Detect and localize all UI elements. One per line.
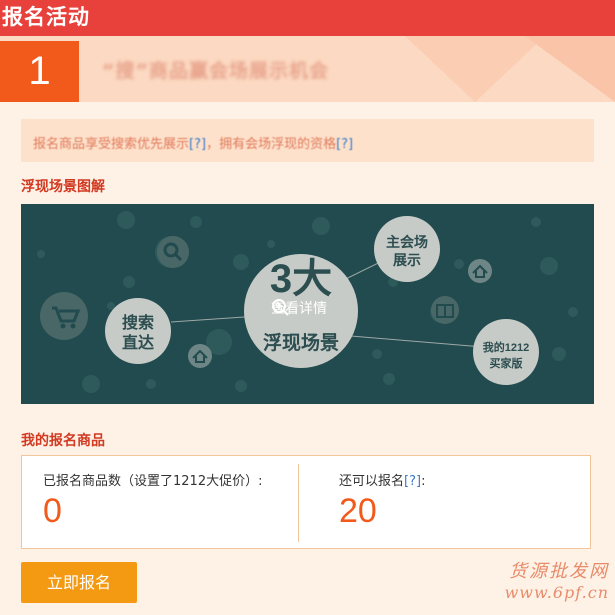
page-title: 报名活动 <box>2 5 90 29</box>
node-search-line1: 搜索 <box>122 313 154 332</box>
home-icon <box>188 344 212 368</box>
notice-text: 报名商品享受搜索优先展示[?]，拥有会场浮现的资格[?] <box>33 133 353 152</box>
node-my-line1: 我的1212 <box>483 340 529 354</box>
registered-count-label: 已报名商品数（设置了1212大促价）: <box>43 474 263 489</box>
notice-text-part1: 报名商品享受搜索优先展示 <box>33 137 190 152</box>
node-search-line2: 直达 <box>122 333 154 352</box>
registered-count-value: 0 <box>43 492 62 530</box>
step-number: 1 <box>0 41 79 102</box>
search-icon <box>157 236 189 268</box>
stats-card: 已报名商品数（设置了1212大促价）: 0 还可以报名[?]: 20 <box>21 455 591 549</box>
home-icon-2 <box>468 259 492 283</box>
help-link-quota[interactable]: [?] <box>404 474 421 489</box>
node-my-line2: 买家版 <box>490 356 523 370</box>
zoom-in-icon <box>272 299 289 316</box>
help-link-search[interactable]: [?] <box>189 137 206 152</box>
hero-decoration <box>405 36 545 102</box>
stats-divider <box>298 464 299 542</box>
hero-headline: “搜”商品赢会场展示机会 <box>102 60 329 82</box>
top-bar: 报名活动 <box>0 0 615 36</box>
remaining-quota-text: 还可以报名 <box>339 474 405 489</box>
remaining-quota-label: 还可以报名[?]: <box>339 470 425 489</box>
help-link-venue[interactable]: [?] <box>336 137 353 152</box>
node-main-line1: 主会场 <box>386 234 428 250</box>
hero-banner: 1 “搜”商品赢会场展示机会 <box>0 36 615 102</box>
watermark: 货源批发网 www.6pf.cn <box>489 557 609 602</box>
gift-icon <box>431 296 459 324</box>
goods-section-title: 我的报名商品 <box>21 433 105 449</box>
scene-section-title: 浮现场景图解 <box>21 179 105 195</box>
notice-text-part2: ，拥有会场浮现的资格 <box>206 137 337 152</box>
watermark-line2: www.6pf.cn <box>504 583 609 602</box>
center-big-text: 3大 <box>270 257 332 301</box>
scene-diagram[interactable]: 搜索 直达 主会场 展示 我的1212 买家版 3大 浮现场景 查看详情 <box>21 204 594 404</box>
center-line-text: 浮现场景 <box>263 331 339 354</box>
notice-box: 报名商品享受搜索优先展示[?]，拥有会场浮现的资格[?] <box>21 119 594 162</box>
remaining-quota-value: 20 <box>339 492 377 530</box>
node-main-line2: 展示 <box>393 252 421 268</box>
watermark-line1: 货源批发网 <box>509 561 609 582</box>
remaining-quota-colon: : <box>421 474 426 489</box>
view-detail-link[interactable]: 查看详情 <box>271 298 327 318</box>
cart-icon <box>40 292 88 340</box>
hero-decoration-2 <box>525 36 615 102</box>
register-now-button[interactable]: 立即报名 <box>21 562 137 603</box>
